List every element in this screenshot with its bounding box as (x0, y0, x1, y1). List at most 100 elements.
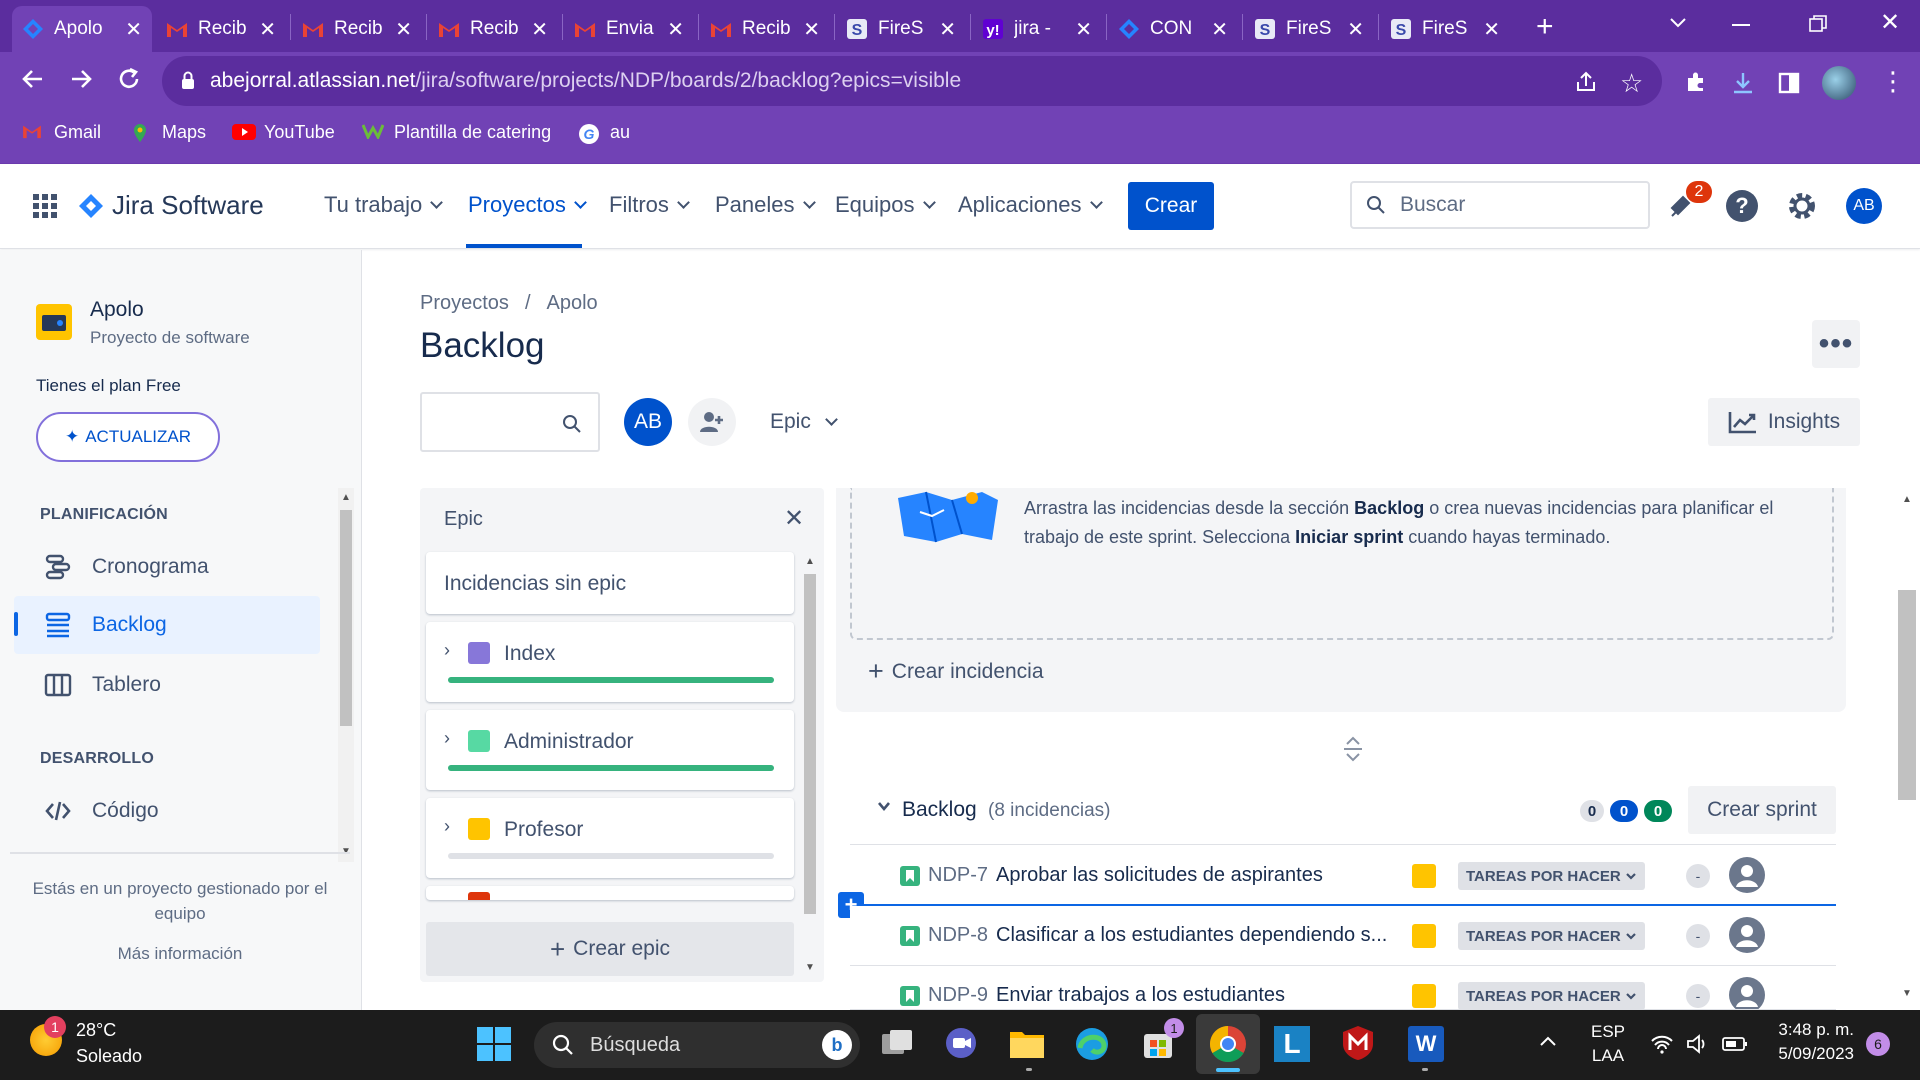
epic-card-administrador[interactable]: › Administrador (426, 710, 794, 790)
tray-chevron-icon[interactable] (1538, 1034, 1558, 1048)
side-panel-icon[interactable] (1778, 72, 1800, 94)
profile-avatar[interactable] (1822, 66, 1856, 100)
chevron-right-icon[interactable]: › (444, 728, 450, 749)
close-icon[interactable]: ✕ (1075, 17, 1092, 42)
close-icon[interactable]: ✕ (784, 504, 804, 533)
scrollbar-thumb[interactable] (1898, 590, 1916, 800)
bookmark-au[interactable]: Gau (578, 122, 630, 144)
address-bar[interactable]: abejorral.atlassian.net/jira/software/pr… (162, 56, 1662, 106)
jira-logo[interactable]: Jira Software (78, 190, 264, 221)
download-icon[interactable] (1730, 70, 1756, 96)
epic-filter-dropdown[interactable]: Epic (770, 410, 838, 434)
close-icon[interactable]: ✕ (939, 17, 956, 42)
page-scrollbar[interactable]: ▲ ▼ (1894, 488, 1920, 1010)
tab-firestore[interactable]: S FireS ✕ (1380, 6, 1510, 52)
scrollbar-thumb[interactable] (340, 510, 352, 726)
new-tab-icon[interactable]: + (1536, 10, 1554, 44)
scroll-up-icon[interactable]: ▲ (341, 492, 351, 503)
user-avatar[interactable]: AB (1846, 188, 1882, 224)
create-issue-button[interactable]: + Crear incidencia (868, 656, 1044, 687)
more-info-link[interactable]: Más información (20, 944, 340, 964)
settings-gear-icon[interactable] (1786, 190, 1818, 222)
tab-gmail[interactable]: Recib ✕ (428, 6, 558, 52)
bookmark-catering[interactable]: Plantilla de catering (362, 122, 551, 143)
issue-key[interactable]: NDP-8 (928, 924, 988, 947)
epic-card-index[interactable]: › Index (426, 622, 794, 702)
tab-search-icon[interactable] (1668, 12, 1688, 32)
reload-icon[interactable] (116, 66, 142, 92)
close-icon[interactable]: ✕ (667, 17, 684, 42)
close-icon[interactable]: ✕ (395, 17, 412, 42)
bookmark-gmail[interactable]: Gmail (22, 122, 101, 143)
tab-firestore[interactable]: S FireS ✕ (836, 6, 966, 52)
bookmark-youtube[interactable]: YouTube (232, 122, 335, 143)
menu-icon[interactable]: ⋮ (1880, 66, 1906, 96)
collapse-chevron-icon[interactable] (876, 798, 892, 814)
edge-icon[interactable] (1074, 1026, 1110, 1062)
user-avatar-filter[interactable]: AB (624, 398, 672, 446)
create-button[interactable]: Crear (1128, 182, 1214, 230)
story-points[interactable]: - (1686, 924, 1710, 948)
close-icon[interactable]: ✕ (803, 17, 820, 42)
issue-key[interactable]: NDP-9 (928, 984, 988, 1007)
epic-card-partial[interactable] (426, 886, 794, 900)
help-icon[interactable]: ? (1726, 190, 1758, 222)
table-row[interactable]: NDP-8 Clasificar a los estudiantes depen… (850, 906, 1836, 966)
status-dropdown[interactable]: TAREAS POR HACER (1458, 982, 1645, 1009)
nav-tu-trabajo[interactable]: Tu trabajo (324, 192, 444, 218)
close-icon[interactable]: ✕ (1483, 17, 1500, 42)
more-actions-button[interactable]: ••• (1812, 320, 1860, 368)
create-sprint-button[interactable]: Crear sprint (1688, 786, 1836, 834)
share-icon[interactable] (1574, 70, 1598, 94)
sidebar-item-cronograma[interactable]: Cronograma (14, 538, 320, 596)
task-view-icon[interactable] (880, 1028, 914, 1058)
backlog-section-title[interactable]: Backlog (902, 798, 977, 822)
status-dropdown[interactable]: TAREAS POR HACER (1458, 862, 1645, 890)
windows-start-icon[interactable] (476, 1026, 512, 1062)
language-indicator[interactable]: ESP LAA (1590, 1022, 1626, 1066)
close-icon[interactable]: ✕ (259, 17, 276, 42)
status-dropdown[interactable]: TAREAS POR HACER (1458, 922, 1645, 950)
extensions-icon[interactable] (1684, 70, 1708, 94)
tab-gmail[interactable]: Recib ✕ (700, 6, 830, 52)
epic-card-profesor[interactable]: › Profesor (426, 798, 794, 878)
wifi-icon[interactable] (1650, 1034, 1674, 1054)
close-icon[interactable]: ✕ (531, 17, 548, 42)
back-icon[interactable] (20, 66, 46, 92)
assignee-avatar[interactable] (1728, 916, 1766, 954)
tab-yahoo[interactable]: y! jira - ✕ (972, 6, 1102, 52)
sidebar-scrollbar[interactable]: ▲ ▼ (338, 488, 354, 862)
word-icon[interactable]: W (1408, 1026, 1444, 1062)
search-input[interactable]: Buscar (1350, 181, 1650, 229)
chrome-task-active[interactable] (1196, 1014, 1260, 1074)
tab-confluence[interactable]: CON ✕ (1108, 6, 1238, 52)
insights-button[interactable]: Insights (1708, 398, 1860, 446)
taskbar-search[interactable]: Búsqueda b (534, 1022, 860, 1068)
file-explorer-icon[interactable] (1008, 1026, 1046, 1060)
l-app-icon[interactable]: L (1274, 1026, 1310, 1062)
bing-icon[interactable]: b (822, 1030, 852, 1060)
close-icon[interactable]: ✕ (125, 17, 142, 42)
chevron-right-icon[interactable]: › (444, 816, 450, 837)
epic-panel-scrollbar[interactable]: ▲ ▼ (802, 552, 818, 978)
resize-handle-icon[interactable] (1342, 736, 1364, 762)
close-icon[interactable]: ✕ (1211, 17, 1228, 42)
tab-gmail[interactable]: Recib ✕ (156, 6, 286, 52)
nav-aplicaciones[interactable]: Aplicaciones (958, 192, 1103, 218)
nav-paneles[interactable]: Paneles (715, 192, 816, 218)
sidebar-item-tablero[interactable]: Tablero (14, 656, 320, 714)
nav-filtros[interactable]: Filtros (609, 192, 690, 218)
story-points[interactable]: - (1686, 864, 1710, 888)
nav-proyectos[interactable]: Proyectos (468, 192, 587, 218)
mcafee-icon[interactable] (1340, 1024, 1376, 1062)
chevron-right-icon[interactable]: › (444, 640, 450, 661)
assignee-avatar[interactable] (1728, 856, 1766, 894)
issue-summary[interactable]: Aprobar las solicitudes de aspirantes (996, 864, 1323, 887)
no-epic-card[interactable]: Incidencias sin epic (426, 552, 794, 614)
weather-temp[interactable]: 28°C (76, 1020, 116, 1041)
tab-gmail[interactable]: Envia ✕ (564, 6, 694, 52)
assignee-avatar[interactable] (1728, 976, 1766, 1009)
issue-key[interactable]: NDP-7 (928, 864, 988, 887)
sidebar-item-codigo[interactable]: Código (14, 782, 320, 840)
battery-icon[interactable] (1722, 1036, 1748, 1052)
